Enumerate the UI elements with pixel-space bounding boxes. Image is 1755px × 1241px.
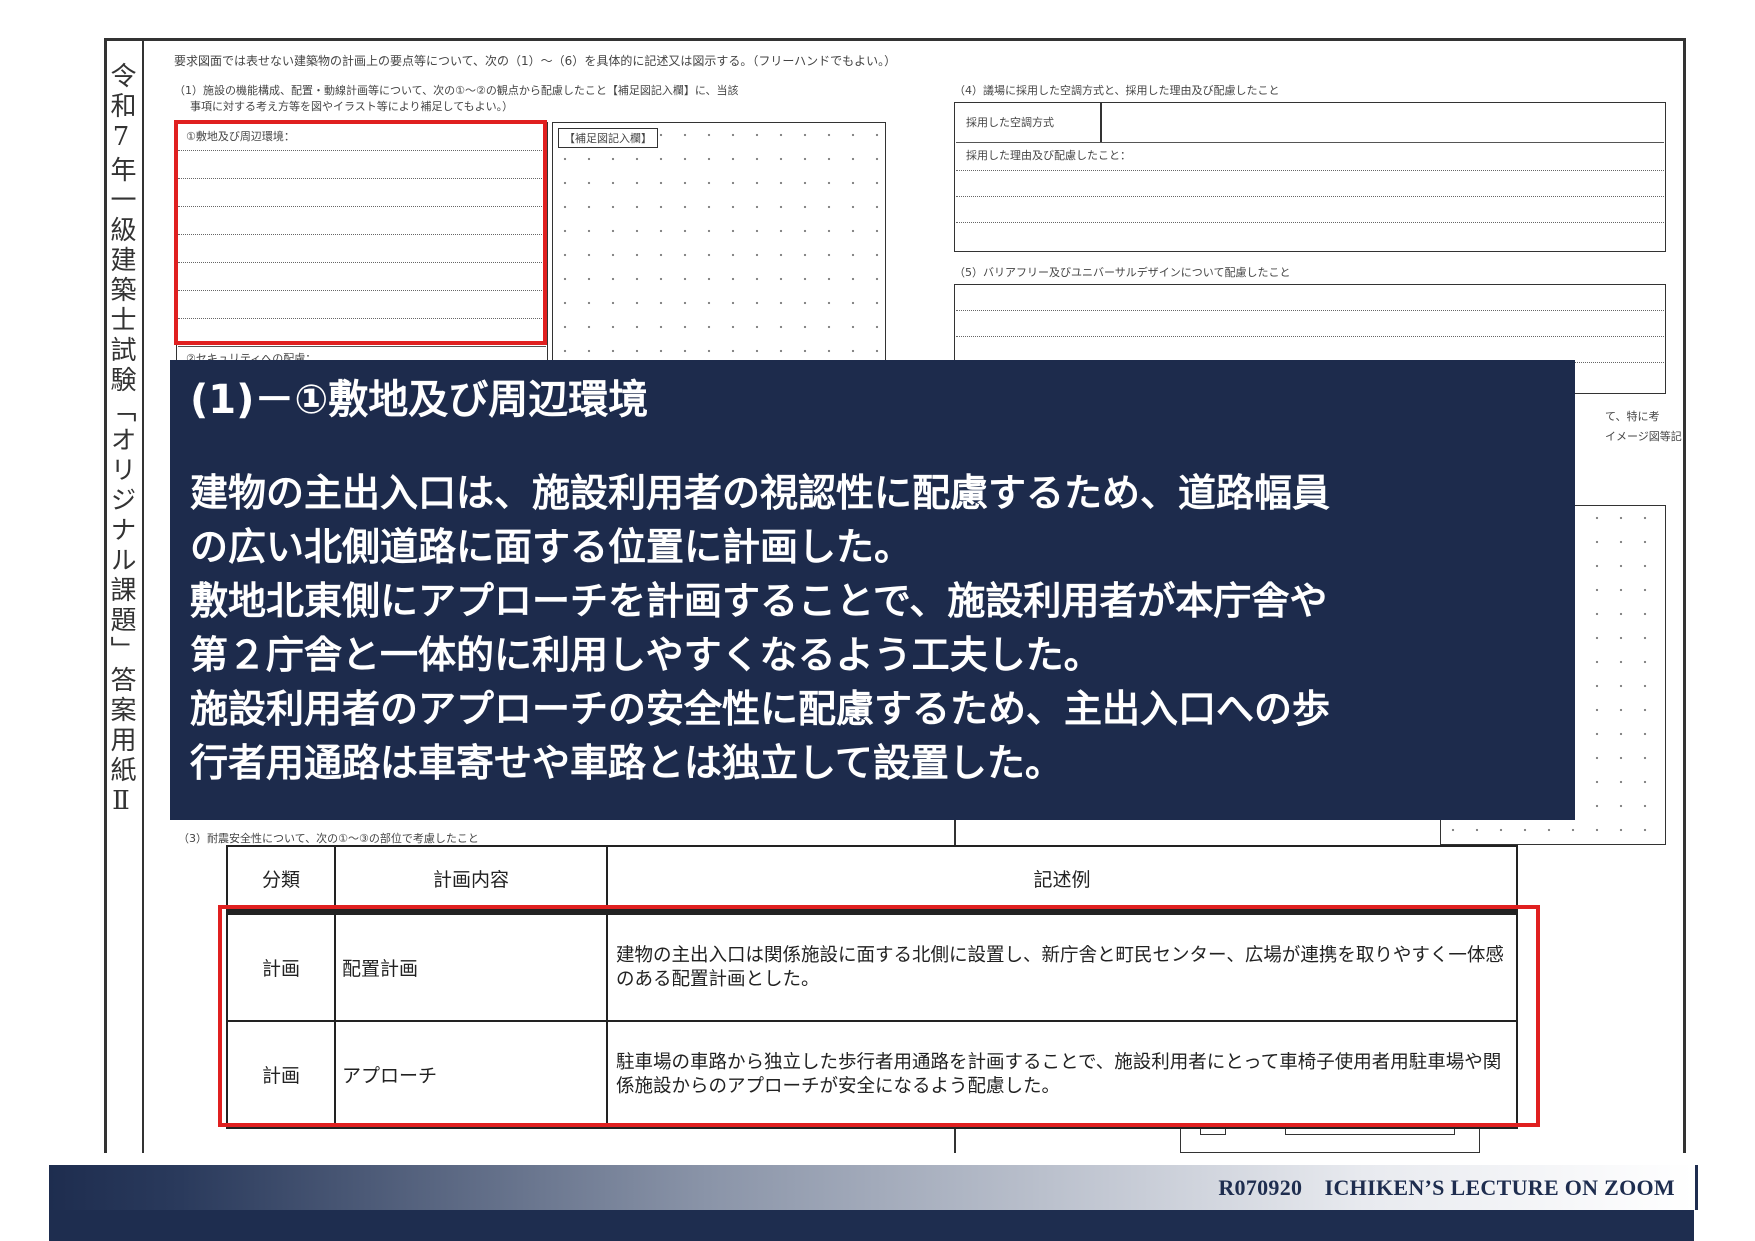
q4-row1-label: 採用した空調方式 (966, 116, 1054, 129)
footer-caption: R070920 ICHIKEN’S LECTURE ON ZOOM (1218, 1175, 1675, 1200)
header-category: 分類 (226, 845, 336, 913)
table-highlight-frame (218, 905, 1540, 1127)
sheet-vertical-title: 令和7年一級建築士試験「オリジナル課題」答案用紙Ⅱ (106, 62, 136, 820)
overlay-line: の広い北側道路に面する位置に計画した。 (190, 525, 913, 569)
footer-divider (1695, 1165, 1698, 1210)
overlay-line: 行者用通路は車寄せや車路とは独立して設置した。 (190, 741, 1063, 785)
writing-line (956, 310, 1664, 311)
writing-line (956, 336, 1664, 337)
q1-text-line2: 事項に対する考え方等を図やイラスト等により補足してもよい。） (190, 100, 514, 113)
header-content: 計画内容 (334, 845, 608, 913)
highlight-frame (174, 120, 547, 345)
sheet-margin-line (142, 38, 144, 1153)
writing-line (178, 346, 546, 347)
supplement-label: 【補足図記入欄】 (558, 128, 658, 148)
table-header-row: 分類 計画内容 記述例 (226, 845, 1518, 913)
overlay-heading: (1)－①敷地及び周辺環境 (190, 377, 649, 423)
q4-row2-label: 採用した理由及び配慮したこと： (966, 149, 1131, 162)
q4-answer-box (954, 102, 1666, 252)
writing-line (956, 222, 1664, 223)
q4-cell-divider (1100, 102, 1102, 142)
q5-text: （5）バリアフリー及びユニバーサルデザインについて配慮したこと (954, 266, 1291, 279)
header-example: 記述例 (606, 845, 1518, 913)
supplement-drawing-area (552, 122, 886, 362)
q6-text-line2: イメージ図等記 (1605, 430, 1682, 443)
overlay-line: 建物の主出入口は、施設利用者の視認性に配慮するため、道路幅員 (190, 471, 1331, 515)
q1-text-line1: （1）施設の機能構成、配置・動線計画等について、次の①～②の観点から配慮したこと… (174, 84, 739, 97)
footer-band (49, 1210, 1694, 1241)
q6-text-line1: て、特に考 (1605, 410, 1660, 423)
writing-line (956, 196, 1664, 197)
q4-row-divider (956, 142, 1664, 143)
q4-text: （4）議場に採用した空調方式と、採用した理由及び配慮したこと (954, 84, 1280, 97)
explanation-overlay: (1)－①敷地及び周辺環境 建物の主出入口は、施設利用者の視認性に配慮するため、… (170, 360, 1575, 820)
overlay-body: 建物の主出入口は、施設利用者の視認性に配慮するため、道路幅員 の広い北側道路に面… (190, 466, 1555, 790)
overlay-line: 第２庁舎と一体的に利用しやすくなるよう工夫した。 (190, 633, 1102, 677)
writing-line (956, 170, 1664, 171)
overlay-line: 敷地北東側にアプローチを計画することで、施設利用者が本庁舎や (190, 579, 1328, 623)
q3-text: （3）耐震安全性について、次の①～③の部位で考慮したこと (178, 832, 479, 845)
sheet-instruction: 要求図面では表せない建築物の計画上の要点等について、次の（1）～（6）を具体的に… (174, 54, 897, 68)
overlay-line: 施設利用者のアプローチの安全性に配慮するため、主出入口への歩 (190, 687, 1331, 731)
